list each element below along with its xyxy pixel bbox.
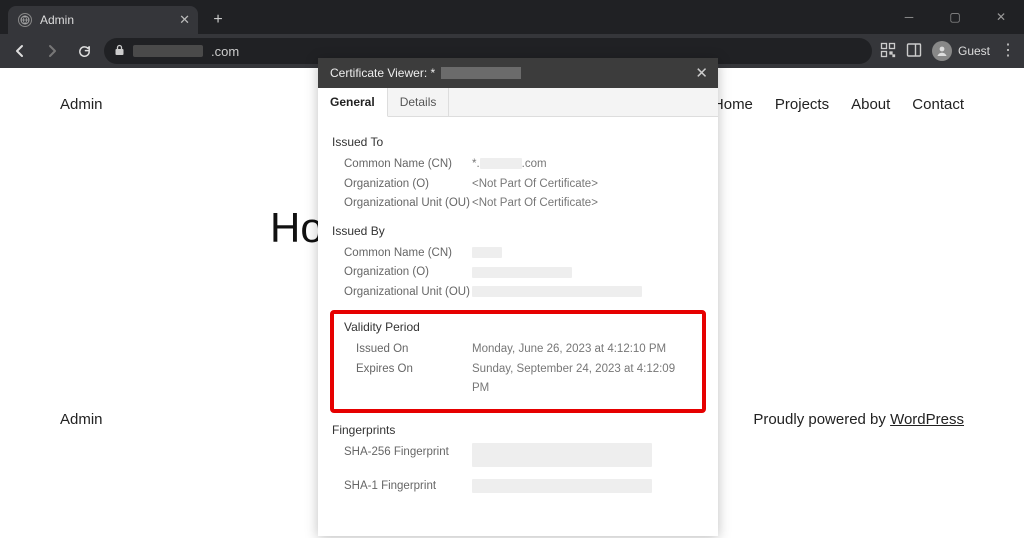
- kebab-menu-icon[interactable]: ⋮: [1000, 43, 1016, 59]
- browser-tabstrip: Admin ✕ +: [0, 0, 232, 34]
- site-nav: Home Projects About Contact: [713, 96, 964, 113]
- nav-contact[interactable]: Contact: [912, 96, 964, 113]
- back-button[interactable]: [8, 39, 32, 63]
- issued-to-o-row: Organization (O) <Not Part Of Certificat…: [344, 175, 704, 195]
- new-tab-button[interactable]: +: [204, 6, 232, 34]
- browser-tab[interactable]: Admin ✕: [8, 6, 198, 34]
- sha256-row: SHA-256 Fingerprint: [344, 443, 704, 467]
- reload-button[interactable]: [72, 39, 96, 63]
- lock-icon[interactable]: [114, 44, 125, 59]
- cert-tabs: General Details: [318, 88, 718, 117]
- expires-on-row: Expires On Sunday, September 24, 2023 at…: [356, 360, 692, 399]
- redacted-value: [472, 443, 652, 467]
- nav-projects[interactable]: Projects: [775, 96, 829, 113]
- page-title: Ho: [270, 204, 324, 252]
- url-redacted: [133, 45, 203, 57]
- issued-by-ou-row: Organizational Unit (OU): [344, 283, 704, 303]
- issued-by-heading: Issued By: [332, 224, 704, 238]
- issued-by-cn-row: Common Name (CN): [344, 244, 704, 264]
- nav-home[interactable]: Home: [713, 96, 753, 113]
- footer-powered: Proudly powered by WordPress: [753, 411, 964, 428]
- redacted-value: [472, 286, 642, 297]
- close-icon[interactable]: ✕: [695, 64, 708, 82]
- close-icon[interactable]: ✕: [179, 12, 190, 28]
- tab-details[interactable]: Details: [388, 88, 450, 116]
- cert-dialog-title: Certificate Viewer: *: [330, 66, 435, 80]
- redacted-value: [480, 158, 522, 169]
- footer-brand[interactable]: Admin: [60, 411, 103, 428]
- tab-general[interactable]: General: [318, 88, 388, 117]
- issued-by-o-row: Organization (O): [344, 263, 704, 283]
- redacted-value: [472, 267, 572, 278]
- fingerprints-heading: Fingerprints: [332, 423, 704, 437]
- window-close-button[interactable]: ✕: [978, 0, 1024, 34]
- window-minimize-button[interactable]: ─: [886, 0, 932, 34]
- wordpress-link[interactable]: WordPress: [890, 411, 964, 428]
- avatar-icon: [932, 41, 952, 61]
- qr-icon[interactable]: [880, 42, 896, 61]
- issued-to-heading: Issued To: [332, 135, 704, 149]
- issued-to-ou-row: Organizational Unit (OU) <Not Part Of Ce…: [344, 194, 704, 214]
- forward-button[interactable]: [40, 39, 64, 63]
- window-maximize-button[interactable]: ▢: [932, 0, 978, 34]
- issued-to-cn-row: Common Name (CN) *..com: [344, 155, 704, 175]
- profile-label: Guest: [958, 44, 990, 58]
- sha1-row: SHA-1 Fingerprint: [344, 477, 704, 497]
- redacted-value: [472, 247, 502, 258]
- redacted-value: [472, 479, 652, 493]
- url-suffix: .com: [211, 44, 239, 59]
- nav-about[interactable]: About: [851, 96, 890, 113]
- cert-dialog-header: Certificate Viewer: * ✕: [318, 58, 718, 88]
- issued-on-row: Issued On Monday, June 26, 2023 at 4:12:…: [356, 340, 692, 360]
- browser-tab-title: Admin: [40, 13, 74, 27]
- site-brand[interactable]: Admin: [60, 96, 103, 113]
- globe-icon: [18, 13, 32, 27]
- cert-domain-redacted: [441, 67, 521, 79]
- validity-period-highlight: Validity Period Issued On Monday, June 2…: [330, 310, 706, 413]
- certificate-viewer-dialog: Certificate Viewer: * ✕ General Details …: [318, 58, 718, 536]
- side-panel-icon[interactable]: [906, 42, 922, 61]
- profile-chip[interactable]: Guest: [932, 41, 990, 61]
- validity-heading: Validity Period: [344, 320, 692, 334]
